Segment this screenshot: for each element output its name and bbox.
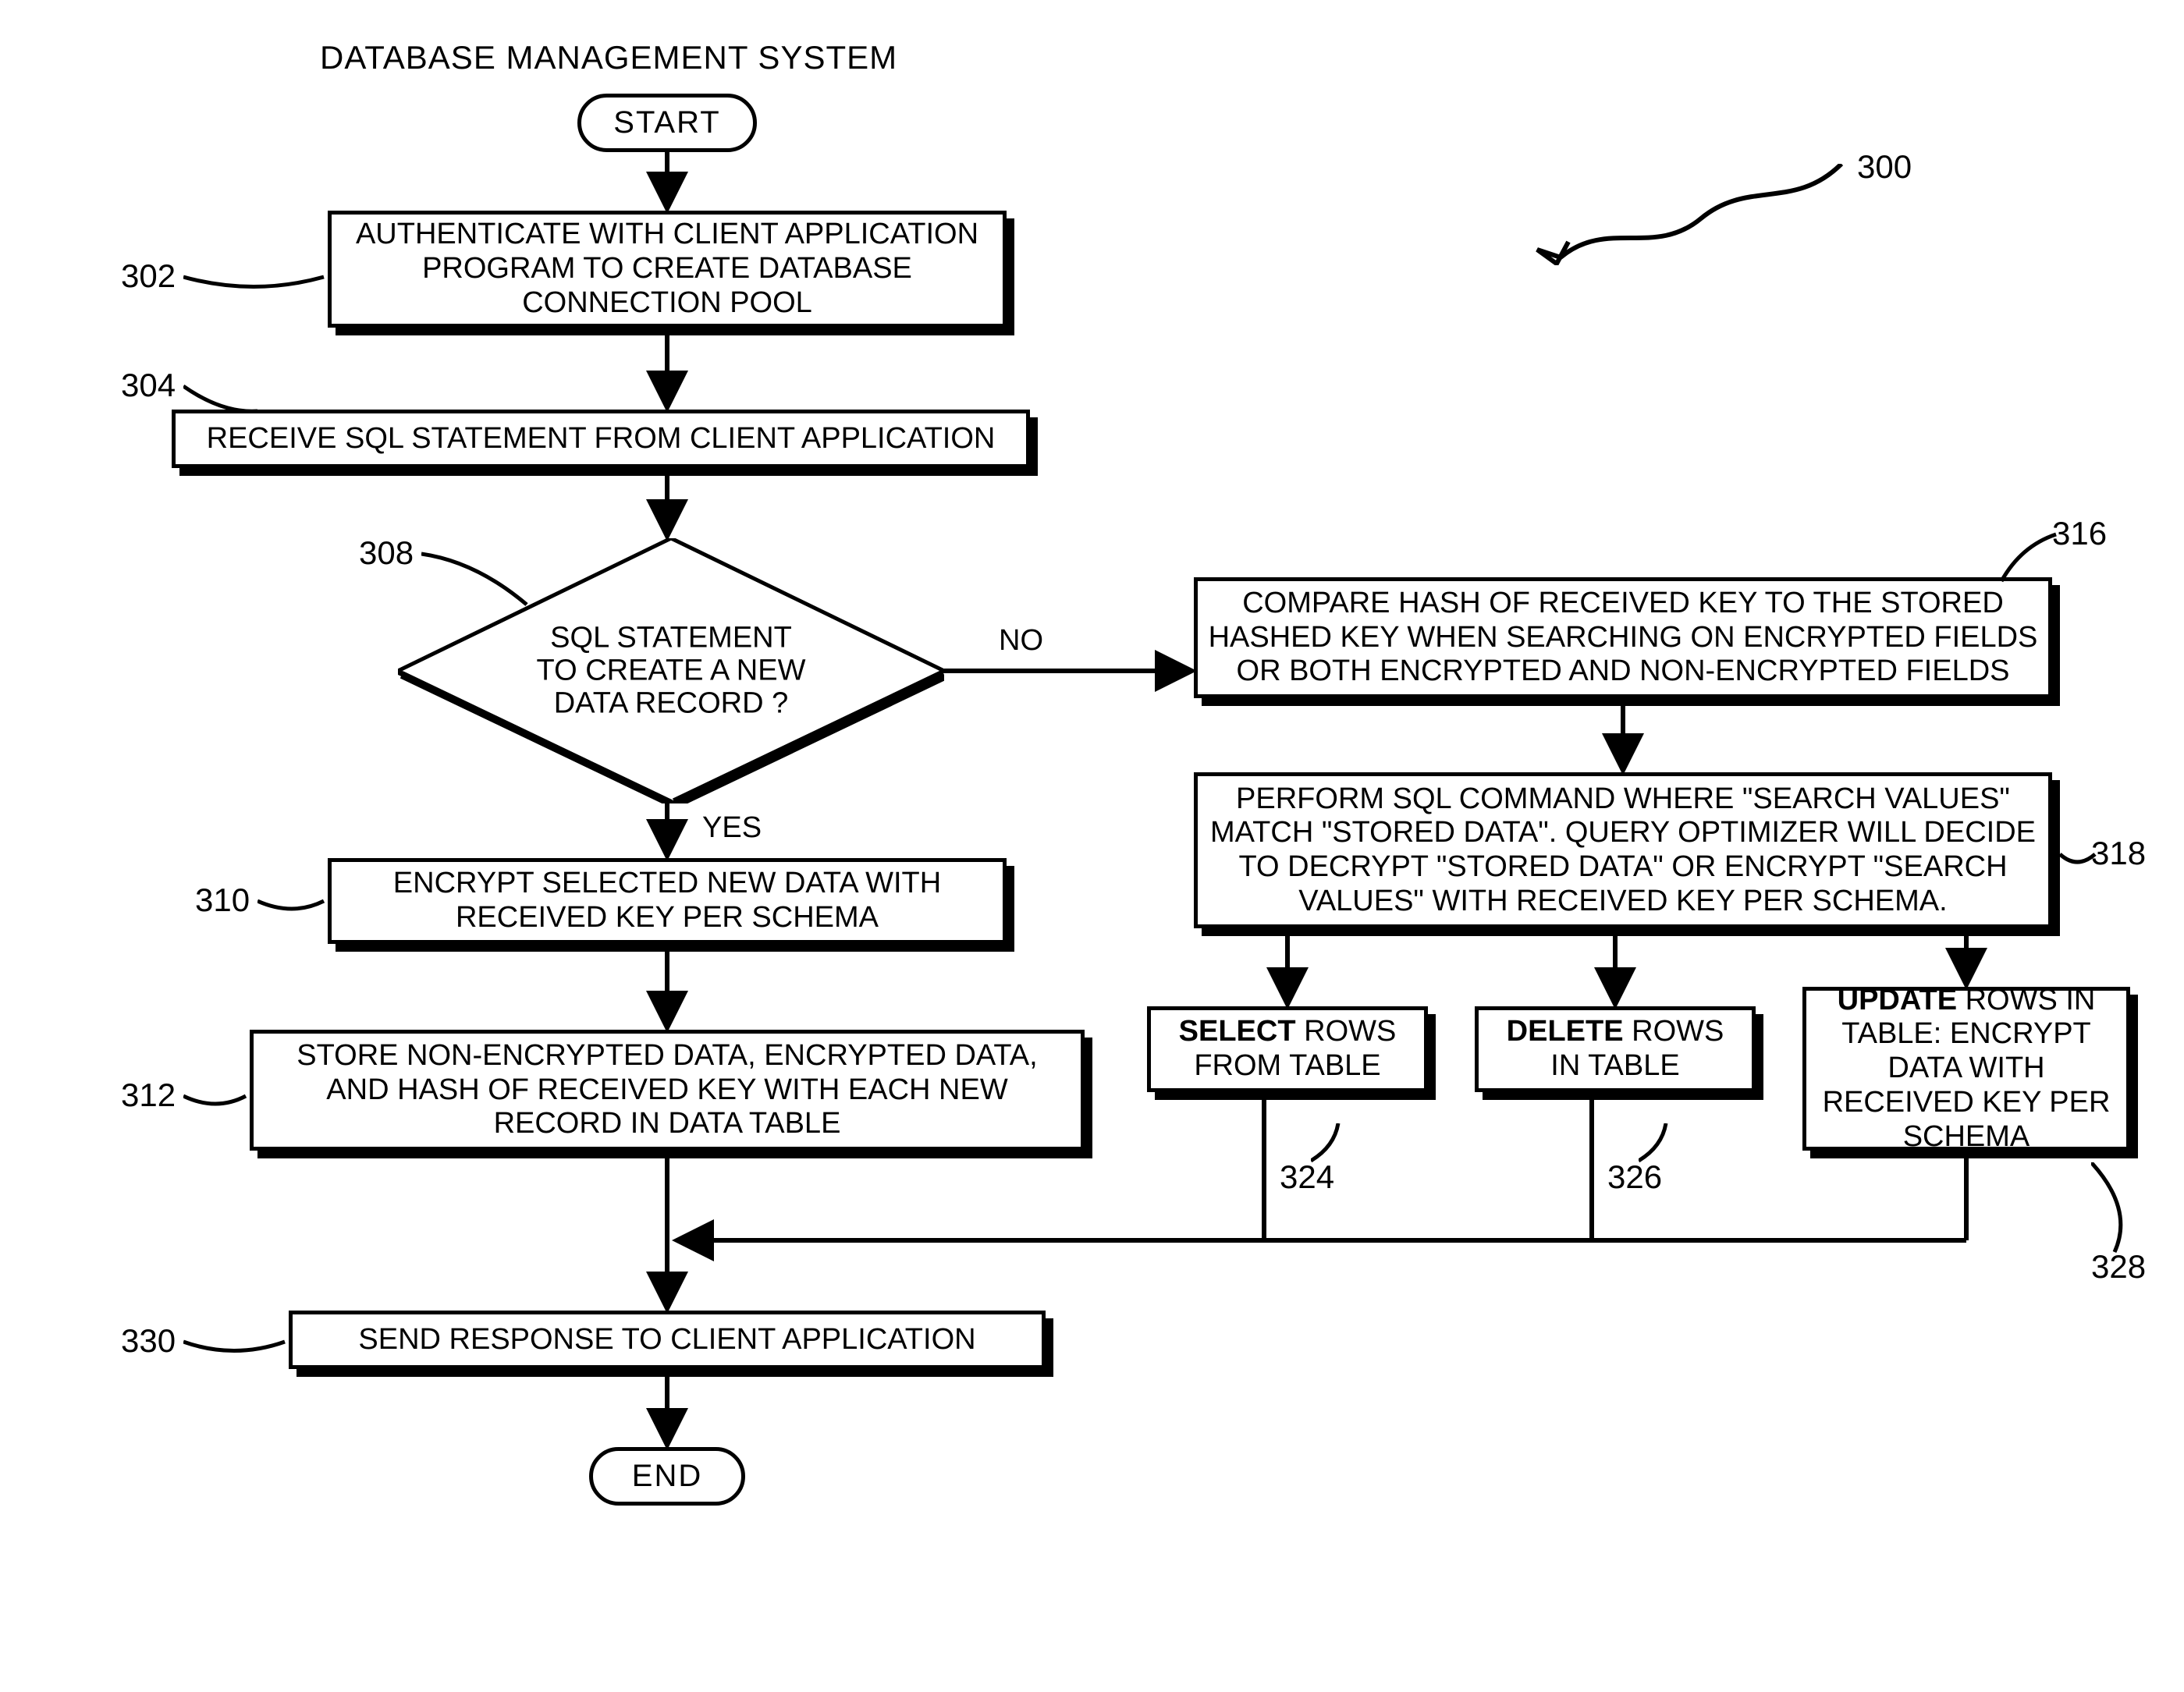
start-terminal: START xyxy=(577,94,757,152)
line: SQL STATEMENT xyxy=(537,622,806,654)
ref-324: 324 xyxy=(1280,1158,1334,1196)
figure-ref-300: 300 xyxy=(1857,148,1912,186)
box-receive-sql: RECEIVE SQL STATEMENT FROM CLIENT APPLIC… xyxy=(172,410,1030,468)
box-authenticate: AUTHENTICATE WITH CLIENT APPLICATION PRO… xyxy=(328,211,1007,328)
edge-no: NO xyxy=(999,624,1043,658)
bold: UPDATE xyxy=(1838,984,1957,1016)
box-text: PERFORM SQL COMMAND WHERE "SEARCH VALUES… xyxy=(1207,782,2039,919)
ref-330: 330 xyxy=(121,1322,176,1360)
box-text: COMPARE HASH OF RECEIVED KEY TO THE STOR… xyxy=(1207,587,2039,689)
ref-312: 312 xyxy=(121,1077,176,1114)
ref-316: 316 xyxy=(2052,515,2107,552)
box-text: AUTHENTICATE WITH CLIENT APPLICATION PRO… xyxy=(341,218,993,320)
box-delete-rows: DELETE ROWS IN TABLE xyxy=(1475,1006,1756,1092)
edge-yes: YES xyxy=(702,811,762,845)
line: TO CREATE A NEW xyxy=(537,654,806,687)
leader-icon xyxy=(2060,842,2099,874)
leader-icon xyxy=(183,265,328,296)
leader-icon xyxy=(1311,1123,1350,1162)
ref-310: 310 xyxy=(195,881,250,919)
ref-318: 318 xyxy=(2091,835,2146,872)
line: DATA RECORD ? xyxy=(537,687,806,720)
leader-icon xyxy=(1639,1123,1678,1162)
ref-326: 326 xyxy=(1607,1158,1662,1196)
leader-icon xyxy=(183,1084,250,1116)
box-send-response: SEND RESPONSE TO CLIENT APPLICATION xyxy=(289,1311,1046,1369)
box-text: UPDATE ROWS IN TABLE: ENCRYPT DATA WITH … xyxy=(1816,984,2117,1154)
flowchart-canvas: DATABASE MANAGEMENT SYSTEM 300 START AUT… xyxy=(31,31,2153,1661)
box-text: RECEIVE SQL STATEMENT FROM CLIENT APPLIC… xyxy=(207,422,996,456)
leader-icon xyxy=(257,889,328,920)
box-perform-sql: PERFORM SQL COMMAND WHERE "SEARCH VALUES… xyxy=(1194,772,2052,928)
leader-icon xyxy=(183,1330,289,1361)
box-text: DELETE ROWS IN TABLE xyxy=(1488,1015,1742,1083)
ref-302: 302 xyxy=(121,257,176,295)
diagram-title: DATABASE MANAGEMENT SYSTEM xyxy=(320,39,897,76)
ref-304: 304 xyxy=(121,367,176,404)
leader-icon xyxy=(421,546,531,608)
diamond-text: SQL STATEMENT TO CREATE A NEW DATA RECOR… xyxy=(537,622,806,719)
leader-icon xyxy=(1998,530,2060,585)
box-compare-hash: COMPARE HASH OF RECEIVED KEY TO THE STOR… xyxy=(1194,577,2052,698)
ref-308: 308 xyxy=(359,534,414,572)
box-store-data: STORE NON-ENCRYPTED DATA, ENCRYPTED DATA… xyxy=(250,1030,1085,1151)
bold: SELECT xyxy=(1179,1015,1296,1048)
end-terminal: END xyxy=(589,1447,745,1506)
box-text: ENCRYPT SELECTED NEW DATA WITH RECEIVED … xyxy=(341,867,993,935)
leader-icon xyxy=(183,378,261,417)
squiggle-arrow-icon xyxy=(1514,164,1849,265)
bold: DELETE xyxy=(1507,1015,1624,1048)
box-update-rows: UPDATE ROWS IN TABLE: ENCRYPT DATA WITH … xyxy=(1802,987,2130,1151)
box-text: SELECT ROWS FROM TABLE xyxy=(1160,1015,1415,1083)
box-select-rows: SELECT ROWS FROM TABLE xyxy=(1147,1006,1428,1092)
box-encrypt-new: ENCRYPT SELECTED NEW DATA WITH RECEIVED … xyxy=(328,858,1007,944)
box-text: SEND RESPONSE TO CLIENT APPLICATION xyxy=(358,1323,975,1357)
box-text: STORE NON-ENCRYPTED DATA, ENCRYPTED DATA… xyxy=(263,1039,1071,1141)
leader-icon xyxy=(2091,1162,2138,1256)
